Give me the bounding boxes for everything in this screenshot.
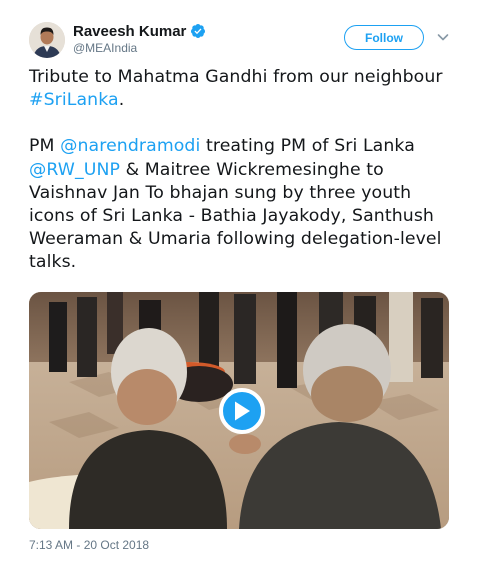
play-icon [235,401,250,421]
author-block: Raveesh Kumar @MEAIndia [73,21,206,55]
tweet-card: Raveesh Kumar @MEAIndia Follow Tribute t… [0,0,479,565]
text-segment: PM [29,136,61,157]
tweet-paragraph-1: Tribute to Mahatma Gandhi from our neigh… [29,66,459,112]
verified-badge-icon [191,24,206,38]
avatar-image [29,22,65,58]
author-name[interactable]: Raveesh Kumar [73,23,186,40]
tweet-text: Tribute to Mahatma Gandhi from our neigh… [29,66,459,275]
text-segment: treating PM of Sri Lanka [200,136,415,157]
mention-link[interactable]: @RW_UNP [29,160,120,180]
avatar[interactable] [29,22,65,58]
hashtag-link[interactable]: #SriLanka [29,90,119,110]
follow-button[interactable]: Follow [344,25,424,50]
tweet-paragraph-2: PM @narendramodi treating PM of Sri Lank… [29,135,459,274]
author-handle[interactable]: @MEAIndia [73,41,206,55]
text-segment: Tribute to Mahatma Gandhi from our neigh… [29,67,443,87]
chevron-down-icon[interactable] [436,30,450,44]
play-button[interactable] [219,388,265,434]
text-segment: . [118,90,125,111]
video-thumbnail[interactable] [29,292,449,529]
tweet-timestamp[interactable]: 7:13 AM - 20 Oct 2018 [29,538,149,552]
mention-link[interactable]: @narendramodi [60,136,200,156]
